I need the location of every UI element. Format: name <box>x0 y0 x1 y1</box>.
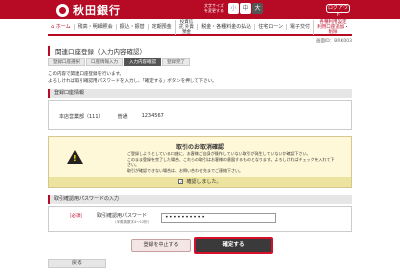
password-hint: （半角英数字4～12桁） <box>113 220 152 224</box>
account-row: 本店営業部（111） 普通 1234567 <box>59 113 178 120</box>
password-box: ［必須］ 取引確認用パスワード （半角英数字4～12桁） •••••••••• <box>48 206 352 232</box>
logout-button[interactable]: ログアウト <box>326 4 350 18</box>
home-icon: ⌂ <box>51 24 55 30</box>
required-badge: ［必須］ <box>67 214 85 219</box>
back-button[interactable]: 戻る <box>48 259 106 268</box>
fontsize-medium-button[interactable]: 中 <box>240 3 251 14</box>
confirm-button[interactable]: 確定する <box>194 237 273 254</box>
step-item: 口座情報入力 <box>86 58 123 66</box>
password-section-heading: 取引確認用パスワードの入力 <box>48 195 352 204</box>
step-item: 登録口座選択 <box>48 58 85 66</box>
confirm-checkbox[interactable]: ✓ <box>178 179 184 184</box>
account-type: 普通 <box>117 114 128 120</box>
warning-exclamation: ! <box>73 154 77 163</box>
account-info-box: 本店営業部（111） 普通 1234567 <box>48 100 352 130</box>
account-number: 1234567 <box>141 113 164 119</box>
cancel-registration-button[interactable]: 登録を中止する <box>131 239 191 252</box>
confirm-title: 取引のお取消確認 <box>175 144 224 151</box>
page-title: 関連口座登録（入力内容確認） <box>48 46 146 56</box>
nav-transfer[interactable]: 振込・振替 <box>115 24 148 30</box>
fontsize-small-button[interactable]: 小 <box>228 3 239 14</box>
fontsize-label: 文字サイズを変更する <box>204 3 224 13</box>
nav-investment[interactable]: 投資信託 外貨預金 <box>174 19 198 35</box>
intro-text: この内容で関連口座登録を行います。 よろしければ取引確認用パスワードを入力し、「… <box>48 72 217 84</box>
nav-e-delivery[interactable]: 電子交付 <box>286 24 313 30</box>
nav-payment[interactable]: 税金・各種料金の払込 <box>197 24 254 30</box>
nav-home[interactable]: ⌂ ホーム <box>48 24 74 30</box>
step-indicator: 登録口座選択 口座情報入力 入力内容確認 登録完了 <box>48 58 191 66</box>
password-label: 取引確認用パスワード <box>97 213 148 219</box>
password-input[interactable]: •••••••••• <box>161 213 276 223</box>
confirm-checkbox-label: 確認しました。 <box>186 179 222 185</box>
step-item: 登録完了 <box>162 58 190 66</box>
main-nav: ⌂ ホーム 残高・明細照会 振込・振替 定期預金 投資信託 外貨預金 税金・各種… <box>48 19 352 36</box>
nav-mortgage[interactable]: 住宅ローン <box>254 24 286 30</box>
bank-logo[interactable]: 秋田銀行 <box>56 3 121 17</box>
nav-balance[interactable]: 残高・明細照会 <box>73 24 116 30</box>
transaction-confirm-box: 取引のお取消確認 ! ご登録しようとしている口座に、お客様ご自身が操作していない… <box>48 136 352 188</box>
nav-time-deposit[interactable]: 定期預金 <box>147 24 175 30</box>
bank-name: 秋田銀行 <box>73 4 121 17</box>
fontsize-large-button[interactable]: 大 <box>252 3 263 14</box>
screen-id: 画面ID：BRK003 <box>315 39 352 44</box>
step-item-active: 入力内容確認 <box>124 58 161 66</box>
account-branch: 本店営業部（111） <box>59 114 104 120</box>
bank-logo-mark <box>56 3 69 17</box>
nav-settings[interactable]: 各種利用設定 利用口座追加・削除 <box>313 19 352 35</box>
header-bar: 秋田銀行 文字サイズを変更する 小 中 大 ログアウト <box>0 0 400 19</box>
account-section-heading: 登録口座情報 <box>48 89 352 98</box>
confirm-checkbox-row[interactable]: ✓ 確認しました。 <box>49 177 351 187</box>
confirm-text: ご登録しようとしている口座に、お客様ご自身が操作していない取引が発生していないか… <box>127 151 335 173</box>
